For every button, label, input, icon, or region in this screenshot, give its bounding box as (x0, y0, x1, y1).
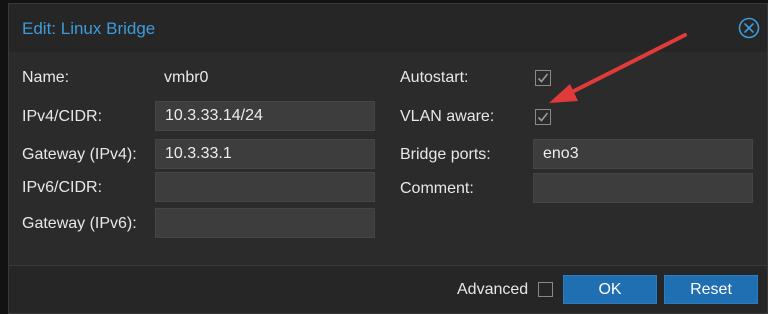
gateway-ipv6-field[interactable] (155, 208, 375, 238)
bridge-ports-field[interactable]: eno3 (533, 139, 753, 169)
ipv4-cidr-field[interactable]: 10.3.33.14/24 (155, 101, 375, 131)
dialog-footer: Advanced OK Reset (9, 265, 767, 313)
autostart-checkbox[interactable] (535, 70, 551, 86)
ipv6-cidr-label: IPv6/CIDR: (22, 179, 103, 196)
ipv4-cidr-label: IPv4/CIDR: (22, 108, 103, 125)
close-icon[interactable] (737, 16, 761, 40)
gateway-ipv6-label: Gateway (IPv6): (22, 215, 137, 232)
gateway-ipv4-label: Gateway (IPv4): (22, 146, 137, 163)
check-icon (537, 112, 549, 122)
reset-button[interactable]: Reset (664, 275, 758, 304)
comment-field[interactable] (533, 173, 753, 203)
check-icon (537, 73, 549, 83)
vlan-aware-label: VLAN aware: (400, 108, 495, 125)
comment-label: Comment: (400, 180, 474, 197)
gateway-ipv4-field[interactable]: 10.3.33.1 (155, 139, 375, 169)
ok-button[interactable]: OK (563, 275, 657, 304)
dialog-titlebar: Edit: Linux Bridge (9, 4, 767, 52)
dialog-title: Edit: Linux Bridge (22, 19, 156, 38)
edit-linux-bridge-dialog: Edit: Linux Bridge Name: vmbr0 IPv4/CIDR… (8, 3, 768, 314)
bridge-ports-label: Bridge ports: (400, 146, 491, 163)
autostart-label: Autostart: (400, 69, 469, 86)
advanced-checkbox[interactable] (538, 282, 553, 297)
ipv6-cidr-field[interactable] (155, 172, 375, 202)
name-label: Name: (22, 69, 70, 86)
advanced-label: Advanced (457, 281, 529, 298)
name-value: vmbr0 (164, 69, 209, 86)
vlan-aware-checkbox[interactable] (535, 109, 551, 125)
